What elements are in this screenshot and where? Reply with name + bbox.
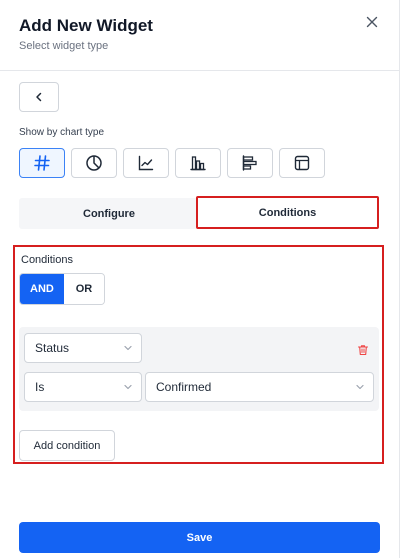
condition-operator-select[interactable]: Is (24, 372, 142, 402)
condition-operator-value: Is (35, 380, 45, 394)
chart-type-line-button[interactable] (123, 148, 169, 178)
conditions-label: Conditions (21, 254, 73, 266)
logic-toggle: AND OR (19, 273, 105, 305)
condition-row-group: Status Is Confirmed (19, 327, 379, 411)
chevron-down-icon (124, 345, 132, 351)
chevron-down-icon (124, 384, 132, 390)
page-subtitle: Select widget type (19, 40, 109, 52)
logic-and-button[interactable]: AND (20, 274, 64, 304)
condition-field-select[interactable]: Status (24, 333, 142, 363)
conditions-section: Conditions AND OR Status Is Confirmed Ad… (13, 245, 384, 464)
close-icon[interactable] (364, 14, 380, 30)
condition-field-value: Status (35, 341, 70, 355)
panel-header: Add New Widget Select widget type (0, 0, 400, 71)
table-icon (294, 155, 310, 171)
tab-conditions[interactable]: Conditions (196, 196, 379, 229)
bar-chart-icon (190, 156, 206, 171)
chart-type-label: Show by chart type (19, 127, 105, 138)
logic-or-button[interactable]: OR (63, 274, 104, 304)
save-button[interactable]: Save (19, 522, 380, 553)
condition-value-text: Confirmed (156, 380, 212, 394)
widget-tabs: Configure Conditions (19, 196, 379, 229)
back-button[interactable] (19, 82, 59, 112)
line-chart-icon (138, 155, 154, 171)
add-widget-panel: Add New Widget Select widget type Show b… (0, 0, 400, 558)
chevron-down-icon (356, 384, 364, 390)
horizontal-bar-chart-icon (242, 155, 257, 171)
condition-value-select[interactable]: Confirmed (145, 372, 374, 402)
chart-type-number-button[interactable] (19, 148, 65, 178)
hash-icon (34, 155, 50, 171)
chart-type-bar-button[interactable] (175, 148, 221, 178)
trash-icon[interactable] (357, 343, 369, 356)
chart-type-horizontal-bar-button[interactable] (227, 148, 273, 178)
pie-chart-icon (86, 155, 102, 171)
chart-type-pie-button[interactable] (71, 148, 117, 178)
tab-configure[interactable]: Configure (19, 198, 199, 229)
page-title: Add New Widget (19, 16, 153, 35)
chart-type-table-button[interactable] (279, 148, 325, 178)
chevron-left-icon (36, 92, 42, 102)
add-condition-button[interactable]: Add condition (19, 430, 115, 461)
